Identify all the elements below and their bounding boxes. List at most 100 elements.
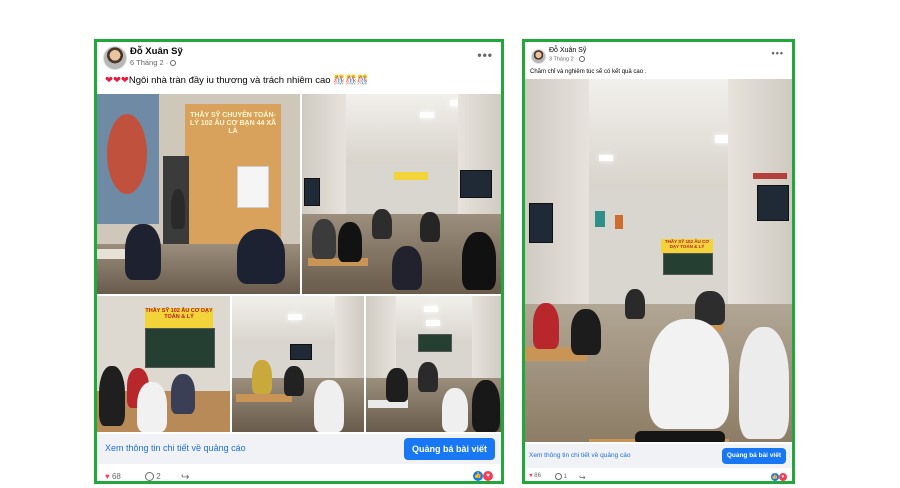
ceiling-light [599, 155, 613, 161]
post-card-1: Đỗ Xuân Sỹ 6 Tháng 2 · ••• ❤❤❤Ngôi nhà t… [94, 39, 504, 484]
post-date-text[interactable]: 3 Tháng 2 · [549, 56, 577, 62]
backpack [635, 431, 725, 442]
student [420, 212, 440, 242]
more-options-button[interactable]: ••• [477, 48, 493, 62]
comments-value: 2 [156, 472, 161, 481]
student [284, 366, 304, 396]
ad-info-bar: Xem thông tin chi tiết về quảng cáo Quản… [97, 434, 501, 464]
post-caption: Chăm chỉ và nghiêm túc sẽ có kết quả cao… [530, 69, 647, 75]
chalkboard [663, 253, 713, 275]
tv-screen [460, 170, 492, 198]
student [571, 309, 601, 355]
tv-screen [757, 185, 789, 221]
heart-icon: ♥ [529, 473, 533, 479]
wall-shelf [753, 173, 787, 179]
student [739, 327, 789, 439]
comments-count[interactable]: 1 [555, 473, 567, 480]
post-date[interactable]: 3 Tháng 2 · [549, 56, 586, 62]
heart-emoji-icon: ❤❤❤ [105, 75, 129, 86]
tv-screen [304, 178, 320, 206]
engagement-bar: ♥ 68 2 ↪ 👍 ♥ [97, 466, 501, 483]
caption-text: Ngôi nhà tràn đầy iu thương và trách nhi… [128, 75, 369, 86]
post-photo-3[interactable]: THẦY SỸ 102 ÂU CƠ DẠY TOÁN & LÝ [97, 296, 230, 432]
poster [237, 166, 269, 208]
student [625, 289, 645, 319]
student [314, 380, 344, 432]
student [171, 374, 195, 414]
post-date[interactable]: 6 Tháng 2 · [130, 58, 177, 67]
student [99, 366, 125, 426]
reactions-count[interactable]: ♥ 86 [529, 473, 541, 479]
student [462, 232, 496, 290]
front-banner: THẦY SỸ 102 ÂU CƠ DẠY TOÁN & LÝ [145, 308, 213, 328]
post-photo-4[interactable] [232, 296, 364, 432]
student [312, 219, 336, 259]
wall-poster [615, 215, 623, 229]
globe-icon [579, 56, 586, 62]
share-button[interactable]: ↪ [579, 473, 586, 482]
likes-value: 68 [111, 472, 121, 481]
mural-tree [107, 114, 147, 194]
student [533, 303, 559, 349]
heart-icon: ♥ [105, 472, 110, 481]
share-button[interactable]: ↪ [181, 472, 190, 483]
globe-icon [170, 60, 177, 67]
share-icon: ↪ [181, 472, 190, 483]
author-name[interactable]: Đỗ Xuân Sỹ [130, 46, 183, 57]
comment-icon [555, 473, 562, 480]
student [372, 209, 392, 239]
person [171, 189, 185, 229]
engagement-bar: ♥ 86 1 ↪ 👍 ♥ [525, 469, 792, 482]
avatar[interactable] [103, 46, 127, 70]
post-header: Đỗ Xuân Sỹ 6 Tháng 2 · ••• [103, 46, 495, 72]
chalkboard [418, 334, 452, 352]
student [649, 319, 729, 429]
student [418, 362, 438, 392]
post-caption: ❤❤❤Ngôi nhà tràn đầy iu thương và trách … [105, 75, 369, 86]
student [125, 224, 161, 280]
student [442, 388, 468, 432]
post-photo-5[interactable] [366, 296, 501, 432]
author-name[interactable]: Đỗ Xuân Sỹ [549, 47, 586, 54]
ad-details-link[interactable]: Xem thông tin chi tiết về quảng cáo [529, 452, 631, 459]
boost-post-button[interactable]: Quảng bá bài viết [721, 448, 786, 464]
post-photo-1[interactable]: THẦY SỸ CHUYÊN TOÁN-LÝ 102 ÂU CƠ BẠN 44 … [97, 94, 300, 294]
boost-post-button[interactable]: Quảng bá bài viết [403, 438, 495, 460]
front-banner: THẦY SỸ 102 ÂU CƠ DẠY TOÁN & LÝ [661, 239, 713, 253]
chalkboard [145, 328, 215, 368]
tv-screen [290, 344, 312, 360]
likes-value: 86 [534, 473, 541, 479]
love-reaction-icon: ♥ [483, 471, 493, 481]
avatar[interactable] [531, 49, 546, 64]
student [237, 229, 285, 284]
student [392, 246, 422, 290]
like-reaction-icon: 👍 [771, 473, 779, 481]
post-date-text[interactable]: 6 Tháng 2 · [130, 58, 168, 67]
wall-poster [595, 211, 605, 227]
comments-value: 1 [563, 474, 568, 481]
comment-icon [145, 472, 154, 481]
ad-info-bar: Xem thông tin chi tiết về quảng cáo Quản… [525, 444, 792, 468]
post-card-2: Đỗ Xuân Sỹ 3 Tháng 2 · ••• Chăm chỉ và n… [522, 39, 795, 484]
tv-screen [529, 203, 553, 243]
student [338, 222, 362, 262]
love-reaction-icon: ♥ [779, 473, 787, 481]
post-photo-2[interactable] [302, 94, 501, 294]
comments-count[interactable]: 2 [145, 472, 161, 481]
desk [236, 394, 292, 402]
ceiling-light [426, 320, 440, 326]
more-options-button[interactable]: ••• [772, 48, 784, 58]
ceiling-light [420, 112, 434, 118]
post-photo[interactable]: THẦY SỸ 102 ÂU CƠ DẠY TOÁN & LÝ [525, 79, 792, 442]
ad-details-link[interactable]: Xem thông tin chi tiết về quảng cáo [105, 443, 246, 453]
student [386, 368, 408, 402]
ceiling-light [424, 306, 438, 312]
share-icon: ↪ [579, 473, 586, 482]
reactions-count[interactable]: ♥ 68 [105, 472, 121, 481]
wall-sign: THẦY SỸ CHUYÊN TOÁN-LÝ 102 ÂU CƠ BẠN 44 … [189, 112, 277, 136]
front-banner [394, 172, 428, 180]
like-reaction-icon: 👍 [473, 471, 483, 481]
student [472, 380, 500, 432]
student [252, 360, 272, 394]
ceiling-light [288, 314, 302, 320]
